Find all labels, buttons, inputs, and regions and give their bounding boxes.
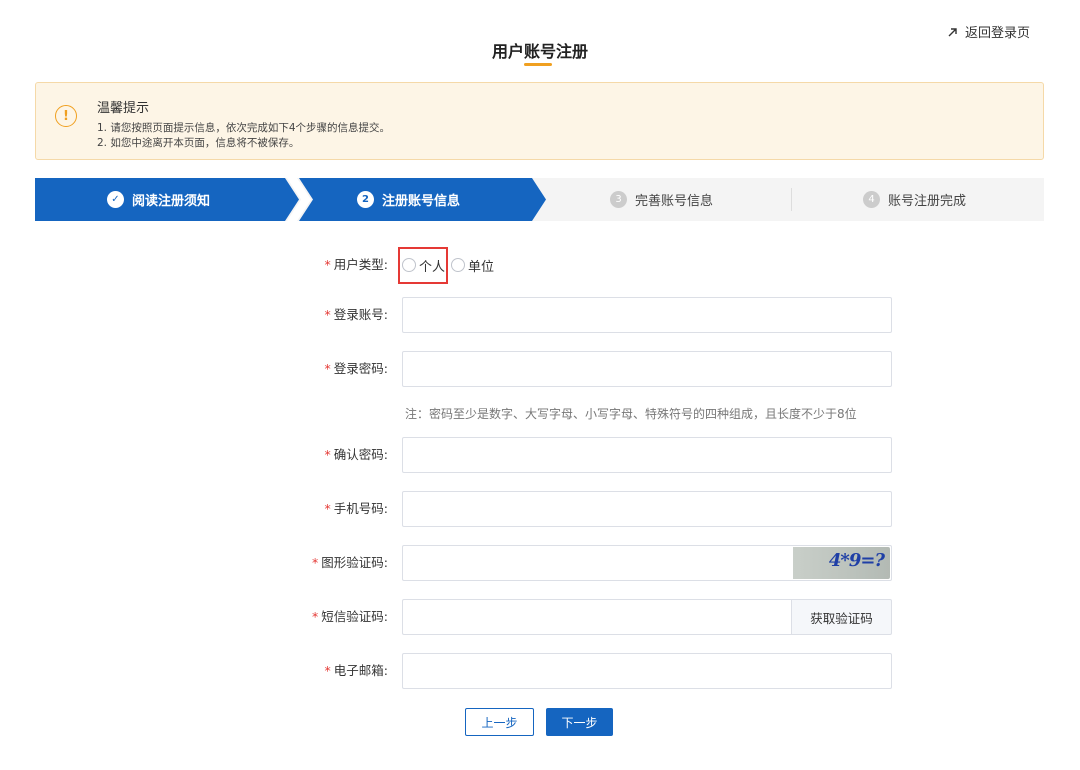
confirm-password-input[interactable] <box>402 437 892 473</box>
next-step-button[interactable]: 下一步 <box>546 708 613 736</box>
radio-organization-label: 单位 <box>468 259 495 275</box>
step-complete-info: 3 完善账号信息 <box>610 178 713 221</box>
email-label: * 电子邮箱: <box>324 663 388 678</box>
step-progress: ✓ 阅读注册须知 2 注册账号信息 3 完善账号信息 4 账号注册完成 <box>35 178 1044 221</box>
email-row: * 电子邮箱: <box>0 653 1080 689</box>
sms-code-input[interactable] <box>402 599 791 635</box>
radio-circle[interactable] <box>451 258 466 272</box>
user-type-label: * 用户类型: <box>324 257 388 272</box>
login-account-row: * 登录账号: <box>0 297 1080 333</box>
title-underline <box>524 63 552 66</box>
page-title: 用户账号注册 <box>491 42 588 61</box>
phone-row: * 手机号码: <box>0 491 1080 527</box>
sms-code-row: * 短信验证码: 获取验证码 <box>0 599 1080 635</box>
captcha-image[interactable]: 4*9=? <box>793 547 890 579</box>
warning-icon: ! <box>55 105 77 127</box>
login-password-input[interactable] <box>402 351 892 387</box>
captcha-text: 4*9=? <box>828 550 885 571</box>
notice-panel: ! 温馨提示 1. 请您按照页面提示信息，依次完成如下4个步骤的信息提交。 2.… <box>35 82 1044 160</box>
step-number: 4 <box>863 191 880 208</box>
login-account-input[interactable] <box>402 297 892 333</box>
notice-title: 温馨提示 <box>97 101 150 116</box>
step-finish: 4 账号注册完成 <box>863 178 966 221</box>
captcha-row: * 图形验证码: 4*9=? <box>0 545 1080 581</box>
phone-label: * 手机号码: <box>324 501 388 516</box>
captcha-label: * 图形验证码: <box>312 555 388 570</box>
email-input[interactable] <box>402 653 892 689</box>
confirm-password-label: * 确认密码: <box>324 447 388 462</box>
confirm-password-row: * 确认密码: <box>0 437 1080 473</box>
highlight-box <box>398 247 448 284</box>
step-label: 阅读注册须知 <box>132 194 211 209</box>
step-number: 3 <box>610 191 627 208</box>
user-type-row: * 用户类型: 个人 单位 <box>0 247 1080 283</box>
prev-step-button[interactable]: 上一步 <box>465 708 534 736</box>
login-password-row: * 登录密码: <box>0 351 1080 387</box>
step-register-account: 2 注册账号信息 <box>357 178 460 221</box>
step-number: 2 <box>357 191 374 208</box>
sms-code-label: * 短信验证码: <box>312 609 388 624</box>
step-divider <box>791 188 792 211</box>
get-sms-code-button[interactable]: 获取验证码 <box>791 599 892 635</box>
step-read-notice: ✓ 阅读注册须知 <box>107 178 210 221</box>
radio-organization[interactable]: 单位 <box>451 256 494 275</box>
check-icon: ✓ <box>107 191 124 208</box>
password-hint: 注：密码至少是数字、大写字母、小写字母、特殊符号的四种组成，且长度不少于8位 <box>405 407 857 421</box>
notice-line-2: 2. 如您中途离开本页面，信息将不被保存。 <box>97 137 300 149</box>
step-label: 完善账号信息 <box>635 194 714 209</box>
login-password-label: * 登录密码: <box>324 361 388 376</box>
arrow-icon <box>948 27 957 36</box>
phone-input[interactable] <box>402 491 892 527</box>
login-account-label: * 登录账号: <box>324 307 388 322</box>
step-label: 账号注册完成 <box>888 194 967 209</box>
step-label: 注册账号信息 <box>382 194 461 209</box>
notice-line-1: 1. 请您按照页面提示信息，依次完成如下4个步骤的信息提交。 <box>97 122 391 134</box>
